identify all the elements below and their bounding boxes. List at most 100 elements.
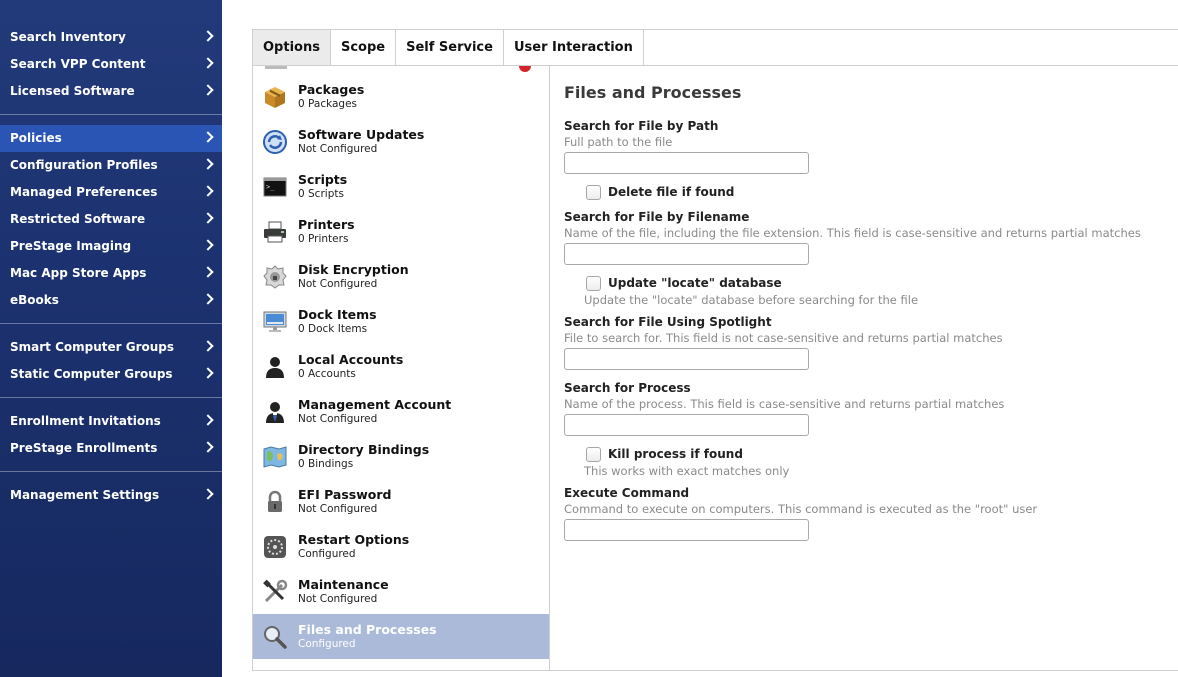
- payload-item-local-accounts[interactable]: Local Accounts 0 Accounts: [253, 344, 549, 389]
- payload-status: Not Configured: [298, 143, 378, 155]
- svg-text:>_: >_: [266, 183, 275, 191]
- payload-status: 0 Packages: [298, 98, 358, 110]
- update-locate-checkbox[interactable]: [586, 275, 601, 291]
- nav-item-licensed-software[interactable]: Licensed Software: [0, 78, 222, 105]
- nav-divider: [0, 323, 222, 324]
- payload-status: Not Configured: [298, 593, 378, 605]
- update-locate-label: Update "locate" database: [608, 276, 782, 290]
- execute-command-label: Execute Command: [564, 486, 690, 500]
- map-icon: [263, 446, 287, 468]
- payload-item-directory-bindings[interactable]: Directory Bindings 0 Bindings: [253, 434, 549, 479]
- search-spotlight-input[interactable]: [564, 348, 809, 370]
- tab-bar-top-border: [610, 29, 1178, 30]
- kill-process-checkbox[interactable]: [586, 446, 601, 462]
- nav-item-prestage-enrollments[interactable]: PreStage Enrollments: [0, 435, 222, 462]
- payload-status: Configured: [298, 548, 356, 560]
- payload-status: 0 Accounts: [298, 368, 356, 380]
- payload-title: Software Updates: [298, 127, 425, 142]
- payload-item-disk-encryption[interactable]: Disk Encryption Not Configured: [253, 254, 549, 299]
- payload-status: Not Configured: [298, 278, 378, 290]
- nav-item-label: eBooks: [10, 293, 59, 307]
- search-path-input[interactable]: [564, 152, 809, 174]
- nav-item-enrollment-invitations[interactable]: Enrollment Invitations: [0, 408, 222, 435]
- nav-item-mac-app-store-apps[interactable]: Mac App Store Apps: [0, 260, 222, 287]
- payload-title: Files and Processes: [298, 622, 437, 637]
- disk-encryption-icon: [263, 265, 287, 289]
- execute-command-input[interactable]: [564, 519, 809, 541]
- payload-status: Not Configured: [298, 503, 378, 515]
- payload-status: Configured: [298, 638, 356, 650]
- payload-title: Disk Encryption: [298, 262, 409, 277]
- chevron-right-icon: [202, 488, 214, 500]
- execute-command-help: Command to execute on computers. This co…: [564, 502, 1038, 516]
- package-icon: [265, 87, 285, 108]
- payload-item-dock-items[interactable]: Dock Items 0 Dock Items: [253, 299, 549, 344]
- search-filename-input[interactable]: [564, 243, 809, 265]
- restart-icon: [264, 536, 286, 558]
- chevron-right-icon: [202, 414, 214, 426]
- payload-title: Maintenance: [298, 577, 389, 592]
- search-process-input[interactable]: [564, 414, 809, 436]
- nav-item-restricted-software[interactable]: Restricted Software: [0, 206, 222, 233]
- payload-item-maintenance[interactable]: Maintenance Not Configured: [253, 569, 549, 614]
- payload-item-software-updates[interactable]: Software Updates Not Configured: [253, 119, 549, 164]
- nav-item-prestage-imaging[interactable]: PreStage Imaging: [0, 233, 222, 260]
- nav-item-label: Managed Preferences: [10, 185, 158, 199]
- payload-item-files-and-processes[interactable]: Files and Processes Configured: [253, 614, 549, 659]
- chevron-right-icon: [202, 367, 214, 379]
- delete-file-checkbox[interactable]: [586, 184, 601, 200]
- payload-title: Management Account: [298, 397, 452, 412]
- tab-options[interactable]: Options: [253, 30, 331, 66]
- payload-item-packages[interactable]: Packages 0 Packages: [253, 74, 549, 119]
- tools-icon: [263, 579, 288, 603]
- sidebar-nav: Search Inventory Search VPP Content Lice…: [0, 0, 222, 677]
- payload-item-restart-options[interactable]: Restart Options Configured: [253, 524, 549, 569]
- nav-item-search-vpp-content[interactable]: Search VPP Content: [0, 51, 222, 78]
- admin-user-icon: [266, 402, 284, 423]
- nav-item-label: Configuration Profiles: [10, 158, 158, 172]
- search-spotlight-help: File to search for. This field is not ca…: [564, 331, 1003, 345]
- payload-list[interactable]: Packages 0 Packages Software Updates Not…: [252, 66, 550, 670]
- nav-item-search-inventory[interactable]: Search Inventory: [0, 24, 222, 51]
- payload-title: Printers: [298, 217, 355, 232]
- nav-divider: [0, 397, 222, 398]
- nav-item-smart-computer-groups[interactable]: Smart Computer Groups: [0, 334, 222, 361]
- software-update-icon: [263, 130, 287, 154]
- payload-status: Not Configured: [298, 413, 378, 425]
- tab-bar: Options Scope Self Service User Interact…: [252, 29, 644, 66]
- nav-group-settings: Management Settings: [0, 482, 222, 509]
- payload-status: 0 Printers: [298, 233, 349, 245]
- nav-item-label: Mac App Store Apps: [10, 266, 147, 280]
- nav-item-policies[interactable]: Policies: [0, 125, 222, 152]
- tab-user-interaction[interactable]: User Interaction: [503, 30, 644, 66]
- payload-title: EFI Password: [298, 487, 392, 502]
- nav-item-static-computer-groups[interactable]: Static Computer Groups: [0, 361, 222, 388]
- chevron-right-icon: [202, 84, 214, 96]
- payload-item-printers[interactable]: Printers 0 Printers: [253, 209, 549, 254]
- tab-scope[interactable]: Scope: [330, 30, 397, 66]
- nav-item-ebooks[interactable]: eBooks: [0, 287, 222, 314]
- nav-item-configuration-profiles[interactable]: Configuration Profiles: [0, 152, 222, 179]
- update-locate-help: Update the "locate" database before sear…: [584, 293, 919, 307]
- section-title: Files and Processes: [564, 83, 742, 102]
- tab-self-service[interactable]: Self Service: [396, 30, 504, 66]
- magnifier-icon: [264, 626, 287, 649]
- nav-item-label: Search VPP Content: [10, 57, 146, 71]
- payload-item-efi-password[interactable]: EFI Password Not Configured: [253, 479, 549, 524]
- nav-group-search: Search Inventory Search VPP Content Lice…: [0, 24, 222, 105]
- chevron-right-icon: [202, 185, 214, 197]
- nav-item-management-settings[interactable]: Management Settings: [0, 482, 222, 509]
- content-bottom-border: [252, 670, 1178, 671]
- update-locate-row: Update "locate" database: [586, 274, 1164, 292]
- nav-item-label: Smart Computer Groups: [10, 340, 175, 354]
- monitor-icon: [263, 311, 287, 332]
- payload-title: Directory Bindings: [298, 442, 430, 457]
- nav-item-label: Licensed Software: [10, 84, 135, 98]
- chevron-right-icon: [202, 30, 214, 42]
- partial-item-icon: [265, 66, 287, 69]
- payload-title: Packages: [298, 82, 365, 97]
- payload-item-management-account[interactable]: Management Account Not Configured: [253, 389, 549, 434]
- payload-item-scripts[interactable]: >_ Scripts 0 Scripts: [253, 164, 549, 209]
- nav-item-managed-preferences[interactable]: Managed Preferences: [0, 179, 222, 206]
- delete-file-label: Delete file if found: [608, 185, 735, 199]
